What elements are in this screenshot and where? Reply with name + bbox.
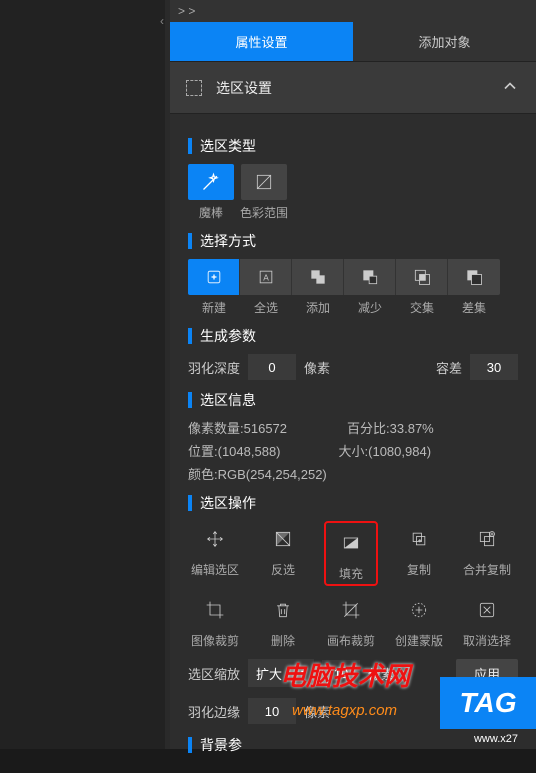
fill-icon (341, 533, 361, 553)
subhead-bg: 背景参 (188, 735, 518, 755)
mode-add-button[interactable] (292, 259, 344, 295)
mode-all-label: 全选 (240, 299, 292, 316)
chevron-up-icon (500, 76, 520, 99)
mode-sub-button[interactable] (344, 259, 396, 295)
tag-badge: TAG (440, 677, 536, 729)
watermark-text: 电脑技术网 (280, 656, 410, 693)
tab-add-object[interactable]: 添加对象 (353, 22, 536, 61)
selection-icon (186, 80, 202, 96)
crop-icon (205, 600, 225, 620)
info-position: 位置:(1048,588)大小:(1080,984) (188, 441, 518, 460)
fill-button[interactable] (331, 525, 371, 561)
copy-icon (409, 529, 429, 549)
select-all-icon: A (256, 267, 276, 287)
deselect-icon (477, 600, 497, 620)
mode-add-label: 添加 (292, 299, 344, 316)
feather-depth-label: 羽化深度 (188, 358, 240, 377)
tab-properties[interactable]: 属性设置 (170, 22, 353, 61)
left-empty-pane (0, 0, 165, 749)
subhead-type: 选区类型 (188, 136, 518, 156)
sub-sel-icon (360, 267, 380, 287)
subhead-gen: 生成参数 (188, 326, 518, 346)
feather-edge-input[interactable] (248, 698, 296, 724)
breadcrumb: > > (170, 0, 536, 22)
tab-bar: 属性设置 添加对象 (170, 22, 536, 62)
intersect-icon (412, 267, 432, 287)
zoom-sel-label: 选区缩放 (188, 664, 240, 683)
diff-icon (464, 267, 484, 287)
edit-selection-button[interactable] (195, 521, 235, 557)
create-mask-button[interactable] (399, 592, 439, 628)
magic-wand-icon (201, 172, 221, 192)
px-unit: 像素 (304, 358, 330, 377)
mask-icon (409, 600, 429, 620)
plus-icon (204, 267, 224, 287)
color-range-button[interactable] (241, 164, 287, 200)
mode-sub-label: 减少 (344, 299, 396, 316)
collapse-handle-icon[interactable]: ‹ (160, 14, 164, 28)
tolerance-input[interactable] (470, 354, 518, 380)
add-sel-icon (308, 267, 328, 287)
mode-diff-button[interactable] (448, 259, 500, 295)
section-header-selection[interactable]: 选区设置 (170, 62, 536, 114)
invert-icon (273, 529, 293, 549)
subhead-ops: 选区操作 (188, 493, 518, 513)
info-pixelcount: 像素数量:516572百分比:33.87% (188, 418, 518, 437)
fill-highlighted: 填充 (324, 521, 378, 586)
mode-diff-label: 差集 (448, 299, 500, 316)
section-title: 选区设置 (216, 78, 500, 98)
move-icon (205, 529, 225, 549)
feather-edge-label: 羽化边缘 (188, 702, 240, 721)
magic-wand-label: 魔棒 (199, 204, 223, 221)
image-crop-button[interactable] (195, 592, 235, 628)
subhead-info: 选区信息 (188, 390, 518, 410)
properties-panel: > > 属性设置 添加对象 选区设置 选区类型 魔棒 色彩范围 (170, 0, 536, 749)
color-range-label: 色彩范围 (240, 204, 288, 221)
svg-text:A: A (263, 272, 269, 282)
delete-button[interactable] (263, 592, 303, 628)
deselect-button[interactable] (467, 592, 507, 628)
mode-new-label: 新建 (188, 299, 240, 316)
subhead-mode: 选择方式 (188, 231, 518, 251)
canvas-crop-icon (341, 600, 361, 620)
tolerance-label: 容差 (436, 358, 462, 377)
info-color: 颜色:RGB(254,254,252) (188, 464, 518, 483)
color-range-icon (254, 172, 274, 192)
copy-button[interactable] (399, 521, 439, 557)
feather-depth-input[interactable] (248, 354, 296, 380)
tag-url: www.x27 (474, 733, 518, 745)
magic-wand-button[interactable] (188, 164, 234, 200)
merge-copy-button[interactable] (467, 521, 507, 557)
canvas-crop-button[interactable] (331, 592, 371, 628)
watermark-url: www.tagxp.com (292, 702, 397, 719)
mode-intersect-label: 交集 (396, 299, 448, 316)
mode-new-button[interactable] (188, 259, 240, 295)
merge-copy-icon (477, 529, 497, 549)
mode-intersect-button[interactable] (396, 259, 448, 295)
trash-icon (273, 600, 293, 620)
invert-button[interactable] (263, 521, 303, 557)
mode-all-button[interactable]: A (240, 259, 292, 295)
